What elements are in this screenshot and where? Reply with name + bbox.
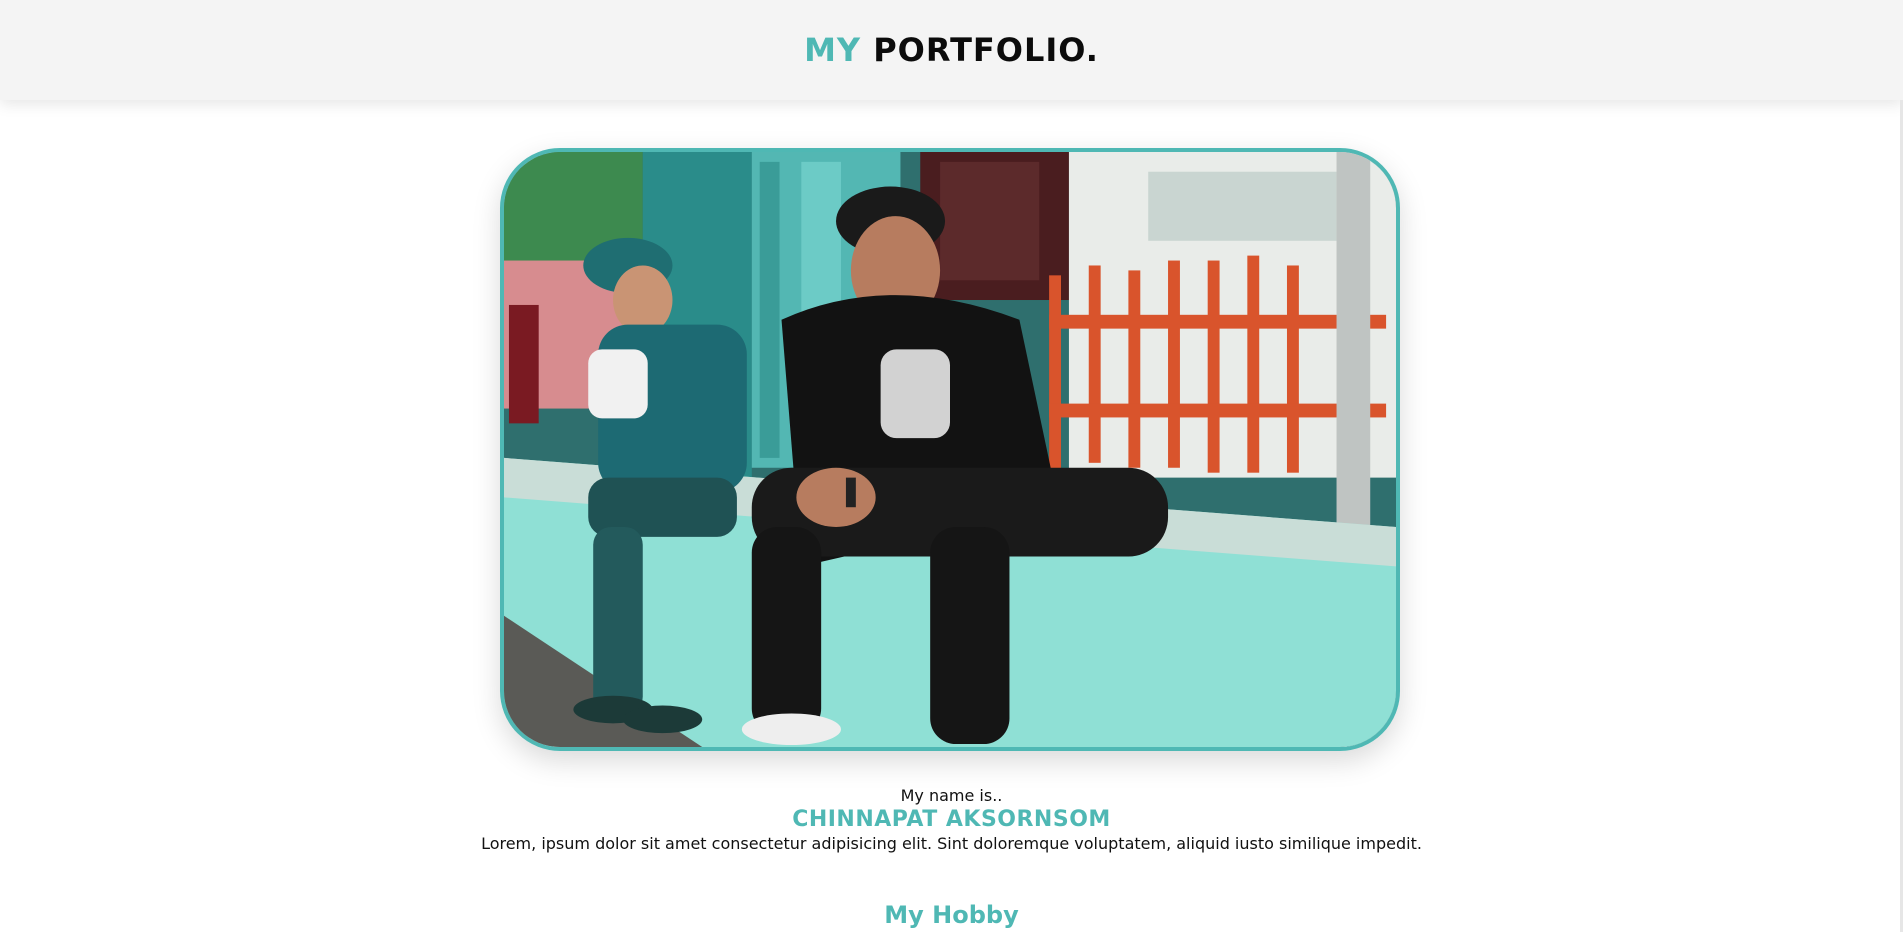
- logo-main-text: PORTFOLIO.: [873, 31, 1099, 69]
- hobby-section-title: My Hobby: [884, 901, 1019, 929]
- intro-label: My name is..: [900, 786, 1003, 805]
- hero-photo: [500, 148, 1400, 751]
- intro-name: CHINNAPAT AKSORNSOM: [792, 807, 1111, 832]
- intro-description: Lorem, ipsum dolor sit amet consectetur …: [481, 834, 1422, 853]
- site-header: MY PORTFOLIO.: [0, 0, 1903, 100]
- site-logo[interactable]: MY PORTFOLIO.: [804, 31, 1099, 69]
- intro-section: My name is.. CHINNAPAT AKSORNSOM Lorem, …: [0, 786, 1903, 854]
- hero-photo-illustration: [504, 152, 1396, 747]
- logo-accent-text: MY: [804, 31, 862, 69]
